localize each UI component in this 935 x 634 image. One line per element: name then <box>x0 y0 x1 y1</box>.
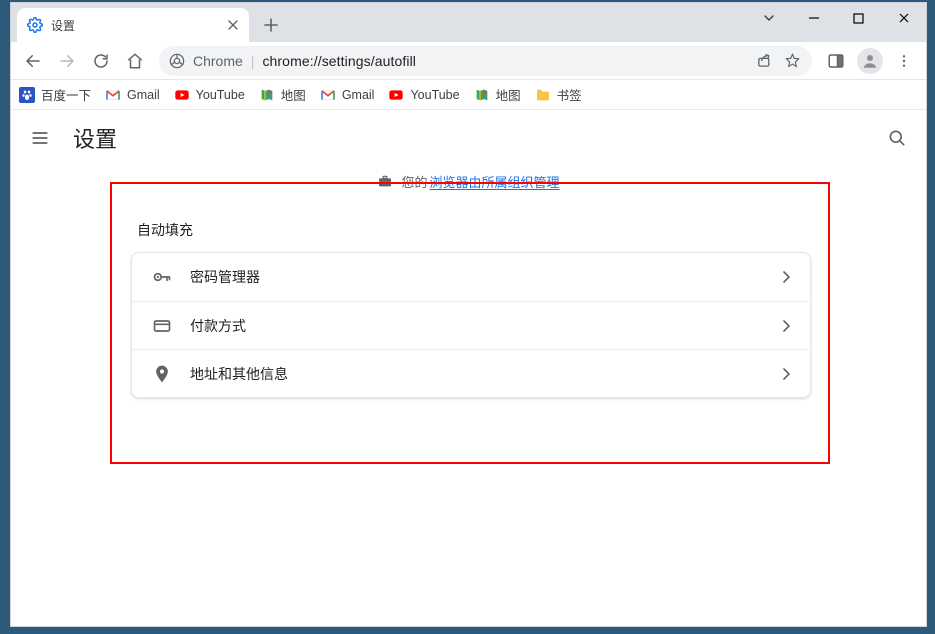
bookmarks-bar: 百度一下 Gmail YouTube 地图 Gmail <box>11 80 926 110</box>
folder-icon <box>535 87 551 103</box>
omnibox-divider: | <box>251 53 255 69</box>
avatar-icon <box>857 48 883 74</box>
overflow-menu-button[interactable] <box>888 45 920 77</box>
bookmark-label: 地图 <box>281 85 306 104</box>
bookmark-label: 书签 <box>557 85 582 104</box>
tab-search-button[interactable] <box>746 3 791 33</box>
row-password-manager[interactable]: 密码管理器 <box>132 253 810 301</box>
browser-tab[interactable]: 设置 <box>17 8 249 42</box>
toolbar: Chrome | chrome://settings/autofill <box>11 42 926 80</box>
bookmark-label: 百度一下 <box>41 85 91 104</box>
managed-text-prefix: 您的 <box>401 172 427 191</box>
section-title-autofill: 自动填充 <box>137 220 926 240</box>
home-button[interactable] <box>119 45 151 77</box>
youtube-icon <box>174 87 190 103</box>
bookmark-item-baidu[interactable]: 百度一下 <box>19 85 91 104</box>
youtube-icon <box>388 87 404 103</box>
bookmark-item-gmail-2[interactable]: Gmail <box>320 87 375 103</box>
row-label: 付款方式 <box>190 316 246 336</box>
omnibox[interactable]: Chrome | chrome://settings/autofill <box>159 46 812 76</box>
page-title: 设置 <box>73 122 117 154</box>
bookmark-label: YouTube <box>196 88 245 102</box>
row-label: 地址和其他信息 <box>190 364 288 384</box>
maximize-button[interactable] <box>836 3 881 33</box>
side-panel-button[interactable] <box>820 45 852 77</box>
tab-title: 设置 <box>51 17 217 34</box>
minimize-button[interactable] <box>791 3 836 33</box>
key-icon <box>152 267 172 287</box>
omnibox-prefix: Chrome <box>193 53 243 69</box>
settings-page: 设置 您的浏览器由所属组织管理 自动填充 密码管理器 <box>11 110 926 626</box>
row-payment-methods[interactable]: 付款方式 <box>132 301 810 349</box>
location-icon <box>152 364 172 384</box>
close-window-button[interactable] <box>881 3 926 33</box>
autofill-card: 密码管理器 付款方式 地址和其他信息 <box>131 252 811 398</box>
bookmark-item-youtube[interactable]: YouTube <box>174 87 245 103</box>
bookmark-label: 地图 <box>496 85 521 104</box>
gmail-icon <box>320 87 336 103</box>
row-addresses[interactable]: 地址和其他信息 <box>132 349 810 397</box>
bookmark-item-gmail[interactable]: Gmail <box>105 87 160 103</box>
chevron-right-icon <box>782 271 790 283</box>
back-button[interactable] <box>17 45 49 77</box>
omnibox-url: chrome://settings/autofill <box>262 53 416 69</box>
chrome-logo-icon <box>169 53 185 69</box>
browser-window: 设置 <box>10 2 927 627</box>
bookmark-star-icon[interactable] <box>782 51 802 71</box>
bookmark-label: Gmail <box>127 88 160 102</box>
gmail-icon <box>105 87 121 103</box>
managed-link[interactable]: 浏览器由所属组织管理 <box>430 172 560 191</box>
briefcase-icon <box>377 173 393 189</box>
bookmark-item-maps-2[interactable]: 地图 <box>474 85 521 104</box>
baidu-icon <box>19 87 35 103</box>
maps-icon <box>474 87 490 103</box>
gear-icon <box>27 17 43 33</box>
tab-strip: 设置 <box>11 3 926 42</box>
search-button[interactable] <box>886 127 908 149</box>
menu-button[interactable] <box>29 127 51 149</box>
bookmark-item-folder[interactable]: 书签 <box>535 85 582 104</box>
chevron-right-icon <box>782 320 790 332</box>
share-icon[interactable] <box>754 51 774 71</box>
bookmark-item-youtube-2[interactable]: YouTube <box>388 87 459 103</box>
profile-button[interactable] <box>854 45 886 77</box>
managed-notice: 您的浏览器由所属组织管理 <box>11 166 926 196</box>
maps-icon <box>259 87 275 103</box>
window-controls <box>746 3 926 33</box>
bookmark-label: YouTube <box>410 88 459 102</box>
credit-card-icon <box>152 316 172 336</box>
bookmark-label: Gmail <box>342 88 375 102</box>
bookmark-item-maps[interactable]: 地图 <box>259 85 306 104</box>
forward-button[interactable] <box>51 45 83 77</box>
new-tab-button[interactable] <box>257 11 285 39</box>
reload-button[interactable] <box>85 45 117 77</box>
settings-header: 设置 <box>11 110 926 166</box>
close-tab-button[interactable] <box>225 17 241 33</box>
chevron-right-icon <box>782 368 790 380</box>
row-label: 密码管理器 <box>190 267 260 287</box>
